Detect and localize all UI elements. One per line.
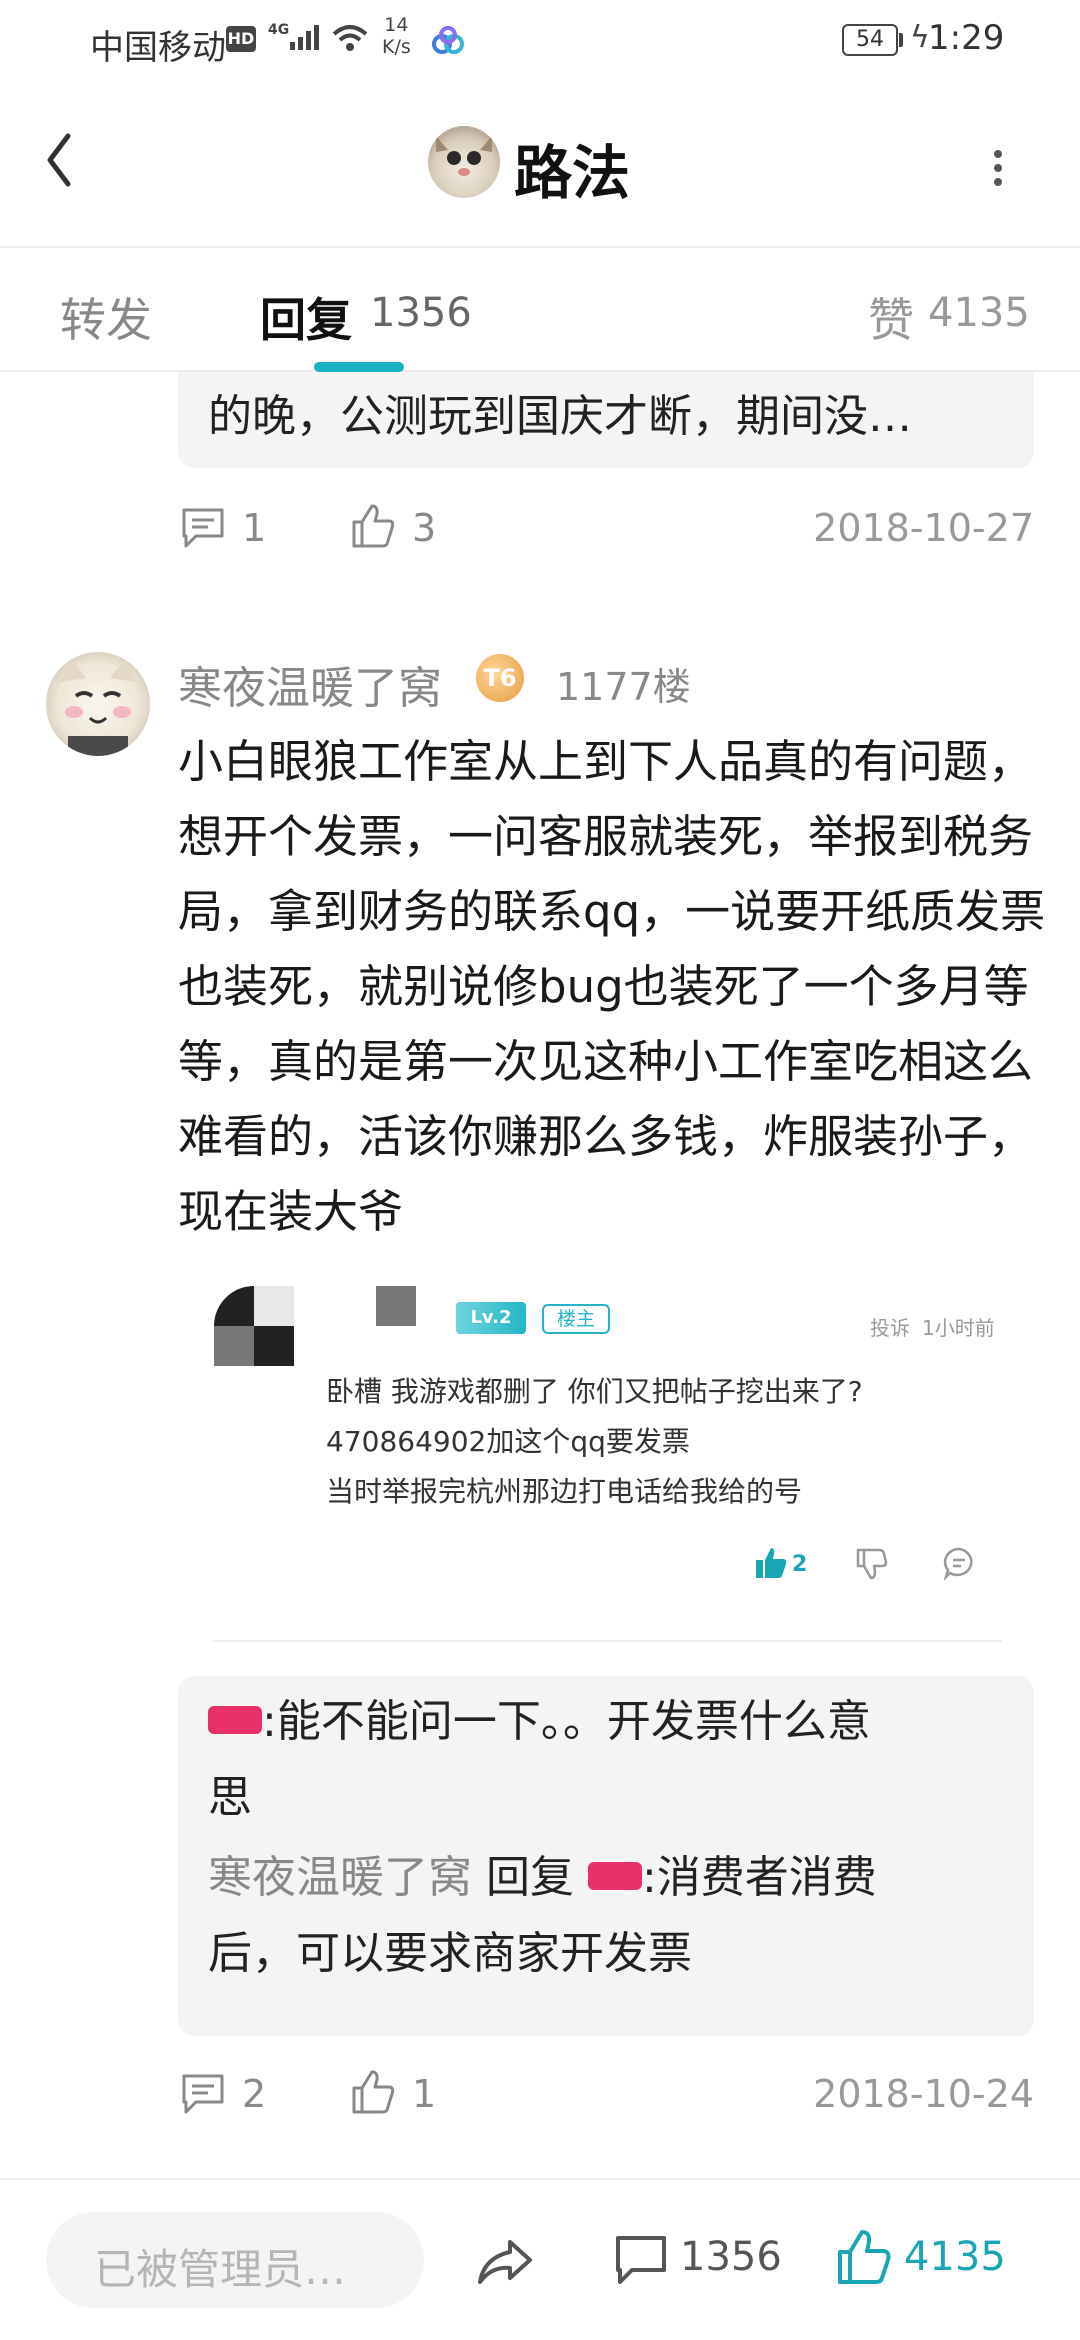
- app-notification-icon: [432, 26, 464, 54]
- signal-icon: [290, 25, 319, 50]
- active-tab-indicator: [314, 362, 404, 372]
- comment-icon[interactable]: [180, 506, 226, 550]
- ticket-user-icon: [587, 1862, 642, 1890]
- battery-tip: [899, 33, 903, 47]
- bottom-action-bar: 已被管理员… 1356 4135: [0, 2178, 1080, 2340]
- blurred-name: [376, 1286, 416, 1326]
- quote-text: 的晚，公测玩到国庆才断，期间没…: [208, 391, 912, 442]
- app-header: 路法: [0, 80, 1080, 248]
- previous-comment-quote[interactable]: 的晚，公测玩到国庆才断，期间没…: [178, 372, 1034, 468]
- pixel-block: [254, 1286, 294, 1326]
- reply-item-continued: 后，可以要求商家开发票: [208, 1916, 692, 1992]
- thumbs-up-icon[interactable]: [350, 2068, 396, 2116]
- embed-text-line: 当时举报完杭州那边打电话给我给的号: [326, 1475, 803, 1508]
- reply-item: :能不能问一下。。开发票什么意: [208, 1684, 871, 1760]
- carrier-name: 中国移动: [90, 28, 226, 68]
- chat-bubble-icon: [943, 1547, 973, 1580]
- embed-like-count: 2: [792, 1552, 808, 1577]
- comment-icon[interactable]: [180, 2072, 226, 2116]
- bottom-comment-count: 1356: [680, 2234, 782, 2280]
- hd-badge: HD: [226, 26, 256, 52]
- thumbs-up-icon[interactable]: [836, 2228, 892, 2286]
- more-options-icon[interactable]: [992, 148, 1004, 188]
- tab-bar: 转发 回复 1356 赞 4135: [0, 248, 1080, 372]
- charging-icon: ϟ: [910, 20, 930, 55]
- like-count: 1: [412, 2072, 437, 2116]
- embedded-screenshot[interactable]: Lv.2 楼主 投诉 1小时前 卧槽 我游戏都删了 你们又把帖子挖出来了? 47…: [200, 1270, 1020, 1600]
- tab-likes[interactable]: 赞: [868, 284, 914, 350]
- wifi-icon: [332, 25, 368, 51]
- floor-number: 1177楼: [556, 665, 691, 709]
- tab-likes-count: 4135: [928, 290, 1030, 336]
- network-speed: 14 K/s: [382, 14, 411, 58]
- pixel-block: [214, 1326, 254, 1366]
- tab-repost[interactable]: 转发: [60, 284, 152, 350]
- level-badge: Lv.2: [456, 1302, 526, 1334]
- thumbs-up-icon[interactable]: [350, 502, 396, 550]
- reply-item: 寒夜温暖了窝 回复 :消费者消费: [208, 1840, 877, 1916]
- back-arrow-icon[interactable]: [44, 132, 74, 188]
- comment-count: 2: [242, 2072, 267, 2116]
- forum-avatar[interactable]: [428, 126, 500, 198]
- reply-text: :消费者消费: [641, 1852, 877, 1903]
- comment-date: 2018-10-24: [813, 2072, 1034, 2116]
- previous-comment-meta: 1 3 2018-10-27: [0, 498, 1080, 558]
- report-link: 投诉: [870, 1316, 910, 1340]
- like-count: 3: [412, 506, 437, 550]
- thumbs-down-icon: [856, 1548, 888, 1580]
- comment-count: 1: [242, 506, 267, 550]
- ticket-user-icon: [208, 1706, 262, 1734]
- comment-meta: 2 1 2018-10-24: [0, 2064, 1080, 2124]
- tab-reply[interactable]: 回复: [260, 284, 352, 350]
- bottom-like-count: 4135: [904, 2234, 1006, 2280]
- reply-thread[interactable]: :能不能问一下。。开发票什么意 思 寒夜温暖了窝 回复 :消费者消费 后，可以要…: [178, 1676, 1034, 2036]
- embed-text-line: 卧槽 我游戏都删了 你们又把帖子挖出来了?: [326, 1375, 863, 1408]
- reply-text: 思: [208, 1772, 252, 1823]
- comment-username[interactable]: 寒夜温暖了窝: [178, 652, 442, 716]
- battery-indicator: 54: [842, 24, 898, 56]
- reply-username[interactable]: 寒夜温暖了窝: [208, 1852, 472, 1903]
- reply-text: 后，可以要求商家开发票: [208, 1928, 692, 1979]
- comment-body: 小白眼狼工作室从上到下人品真的有问题，想开个发票，一问客服就装死，举报到税务局，…: [178, 735, 1046, 1238]
- cat-mask-icon: [60, 660, 136, 756]
- network-type: 4G: [268, 22, 290, 38]
- thumbs-up-filled-icon: [756, 1548, 787, 1578]
- reply-item-continued: 思: [208, 1760, 252, 1836]
- user-level-badge: T6: [476, 654, 524, 702]
- cat-face-icon: [436, 136, 492, 176]
- embed-time: 1小时前: [922, 1316, 995, 1340]
- share-icon[interactable]: [476, 2236, 534, 2286]
- reply-text: :能不能问一下。。开发票什么意: [262, 1696, 871, 1747]
- reply-input-placeholder: 已被管理员…: [94, 2245, 347, 2294]
- tab-reply-count: 1356: [370, 290, 472, 336]
- page-title: 路法: [514, 139, 631, 207]
- comment-date: 2018-10-27: [813, 506, 1034, 550]
- reply-input[interactable]: 已被管理员…: [46, 2212, 424, 2308]
- poster-tag: 楼主: [542, 1304, 610, 1334]
- user-avatar[interactable]: [46, 652, 150, 756]
- status-bar: 中国移动 HD 4G 14 K/s 54 ϟ 1:29: [0, 0, 1080, 80]
- comment-icon[interactable]: [614, 2234, 668, 2286]
- divider: [212, 1640, 1002, 1642]
- reply-word: 回复: [472, 1852, 588, 1903]
- embed-text-line: 470864902加这个qq要发票: [326, 1425, 690, 1458]
- clock: 1:29: [928, 18, 1005, 58]
